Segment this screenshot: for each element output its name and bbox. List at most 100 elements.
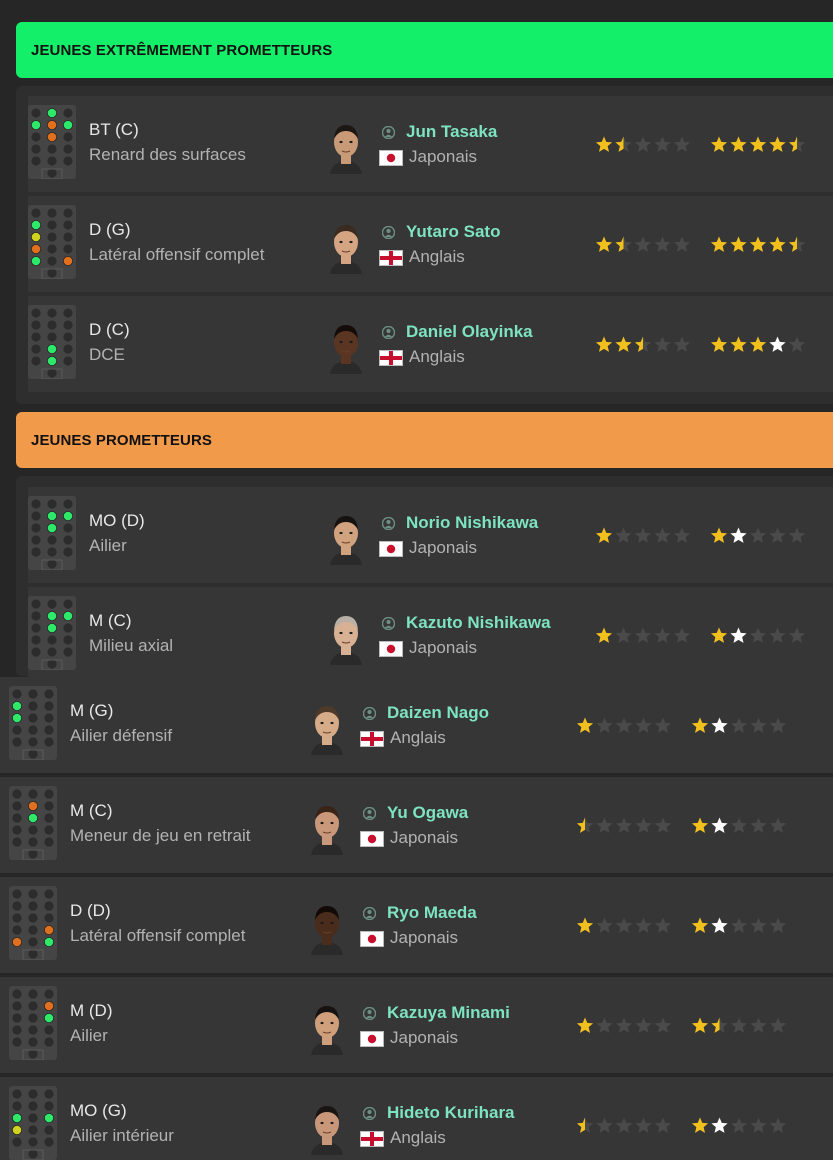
current-ability-rating <box>576 817 672 833</box>
star-icon <box>788 527 806 543</box>
star-icon <box>576 1017 594 1033</box>
position-pitch <box>28 596 76 670</box>
star-icon <box>691 1117 709 1133</box>
star-icon <box>750 817 767 833</box>
star-icon <box>654 717 672 733</box>
star-icon <box>769 236 786 252</box>
potential-ability-rating <box>710 136 806 152</box>
player-name-link[interactable]: Kazuya Minami <box>387 1003 510 1023</box>
person-icon <box>381 225 396 240</box>
player-name-link[interactable]: Kazuto Nishikawa <box>406 613 551 633</box>
player-position: M (C) <box>70 801 113 820</box>
pitch-diagram <box>12 989 54 1060</box>
player-row[interactable]: BT (C) Renard des surfaces Jun Tasaka Japon… <box>28 96 833 192</box>
star-icon <box>749 136 767 152</box>
player-role: Latéral offensif complet <box>70 926 246 945</box>
pitch-diagram <box>31 499 73 570</box>
player-nationality: Japonais <box>409 147 478 166</box>
player-role: Milieu axial <box>89 636 174 655</box>
player-name-link[interactable]: Jun Tasaka <box>406 122 497 142</box>
potential-ability-stars <box>710 235 810 260</box>
pitch-diagram <box>12 889 54 960</box>
player-avatar <box>324 320 368 374</box>
star-icon <box>673 136 691 152</box>
star-icon <box>769 917 787 933</box>
player-row[interactable]: D (D) Latéral offensif complet Ryo Maeda Ja… <box>0 877 833 973</box>
star-icon <box>596 1017 613 1033</box>
star-icon <box>730 336 747 352</box>
star-icon <box>730 136 747 152</box>
flag-icon <box>379 150 403 166</box>
player-avatar <box>305 901 349 955</box>
star-icon <box>634 136 652 152</box>
star-icon <box>749 527 767 543</box>
person-icon <box>381 516 396 531</box>
player-row[interactable]: M (G) Ailier défensif Daizen Nago Anglais <box>0 677 833 773</box>
player-name-link[interactable]: Yu Ogawa <box>387 803 468 823</box>
person-icon <box>381 125 396 140</box>
player-position: D (D) <box>70 901 111 920</box>
player-avatar <box>324 120 368 174</box>
player-name-link[interactable]: Ryo Maeda <box>387 903 477 923</box>
star-icon <box>769 336 786 352</box>
person-icon <box>381 325 396 340</box>
star-icon <box>596 917 613 933</box>
person-icon <box>362 906 377 921</box>
position-pitch <box>28 105 76 179</box>
player-row[interactable]: M (C) Milieu axial Kazuto Nishikawa Japonai… <box>28 587 833 683</box>
star-icon <box>673 527 691 543</box>
star-icon <box>710 627 728 643</box>
star-icon <box>615 627 632 643</box>
star-icon <box>635 817 652 833</box>
star-icon <box>615 717 633 733</box>
current-ability-rating <box>595 136 691 152</box>
star-icon <box>635 717 652 733</box>
player-name-link[interactable]: Daniel Olayinka <box>406 322 533 342</box>
position-pitch <box>28 496 76 570</box>
star-icon <box>673 336 691 352</box>
star-icon <box>750 1117 767 1133</box>
current-ability-rating <box>595 336 691 352</box>
star-icon <box>730 527 747 543</box>
star-icon <box>710 136 728 152</box>
position-pitch <box>28 205 76 279</box>
star-icon <box>691 817 709 833</box>
player-nationality: Japonais <box>409 638 478 657</box>
star-icon <box>750 717 767 733</box>
star-icon <box>654 817 672 833</box>
player-role: Ailier défensif <box>70 726 173 745</box>
player-name-link[interactable]: Norio Nishikawa <box>406 513 538 533</box>
player-position: MO (D) <box>89 511 145 530</box>
star-icon <box>654 1117 672 1133</box>
player-row[interactable]: MO (G) Ailier intérieur Hideto Kurihara Ang… <box>0 1077 833 1160</box>
player-role: Meneur de jeu en retrait <box>70 826 251 845</box>
player-row[interactable]: D (G) Latéral offensif complet Yutaro Sato… <box>28 196 833 292</box>
star-icon <box>615 917 633 933</box>
star-icon <box>634 527 652 543</box>
player-name-link[interactable]: Yutaro Sato <box>406 222 500 242</box>
star-icon <box>654 527 671 543</box>
current-ability-stars <box>595 526 695 551</box>
player-name-link[interactable]: Hideto Kurihara <box>387 1103 515 1123</box>
person-icon <box>381 616 396 631</box>
star-icon <box>615 817 633 833</box>
person-icon <box>362 1106 377 1121</box>
player-row[interactable]: D (C) DCE Daniel Olayinka Anglais <box>28 296 833 392</box>
current-ability-stars <box>595 135 695 160</box>
star-icon <box>769 527 786 543</box>
current-ability-rating <box>576 1017 672 1033</box>
star-icon <box>654 917 672 933</box>
player-row[interactable]: MO (D) Ailier Norio Nishikawa Japonais <box>28 487 833 583</box>
section-title: JEUNES EXTRÊMEMENT PROMETTEURS <box>31 41 333 59</box>
player-row[interactable]: M (C) Meneur de jeu en retrait Yu Ogawa Jap… <box>0 777 833 873</box>
pitch-diagram <box>12 1089 54 1160</box>
current-ability-stars <box>576 916 676 941</box>
current-ability-rating <box>576 917 672 933</box>
player-name-link[interactable]: Daizen Nago <box>387 703 489 723</box>
player-row[interactable]: M (D) Ailier Kazuya Minami Japonais <box>0 977 833 1073</box>
star-icon <box>750 917 767 933</box>
position-pitch <box>9 1086 57 1160</box>
potential-ability-stars <box>710 626 810 651</box>
position-pitch <box>9 786 57 860</box>
current-ability-rating <box>595 627 691 643</box>
